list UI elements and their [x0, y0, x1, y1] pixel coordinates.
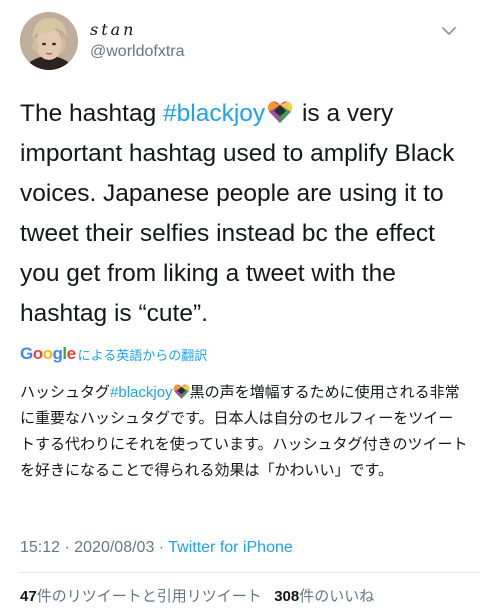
tweet-meta: 15:12 · 2020/08/03 · Twitter for iPhone [20, 539, 293, 557]
retweets-count: 47 [20, 588, 37, 605]
likes-count: 308 [274, 588, 300, 605]
tweet-header: stan @worldofxtra [20, 12, 464, 72]
likes-stat[interactable]: 308件のいいね [274, 588, 374, 605]
user-info[interactable]: stan @worldofxtra [90, 20, 185, 61]
tweet-text: The hashtag #blackjoy is a very importan… [20, 94, 468, 334]
avatar[interactable] [20, 12, 78, 70]
hashtag-link[interactable]: #blackjoy [163, 100, 265, 127]
translation-source-label: による英語からの翻訳 [77, 347, 208, 363]
chevron-down-icon[interactable] [438, 20, 460, 42]
tweet-stats: 47件のリツイートと引用リツイート 308件のいいね [20, 585, 374, 606]
tweet-text-part2: is a very important hashtag used to ampl… [20, 100, 455, 327]
heart-emoji-icon [173, 384, 189, 399]
google-logo: Google [20, 344, 76, 363]
divider [20, 572, 480, 573]
translated-hashtag-link[interactable]: #blackjoy [110, 384, 173, 401]
retweets-stat[interactable]: 47件のリツイートと引用リツイート [20, 588, 262, 605]
user-handle: @worldofxtra [90, 43, 185, 60]
heart-emoji-icon [268, 101, 293, 124]
display-name: stan [90, 20, 137, 39]
translation-label[interactable]: Google による英語からの翻訳 [20, 344, 207, 364]
translated-text-part1: ハッシュタグ [20, 384, 111, 401]
tweet-text-part1: The hashtag [20, 100, 164, 127]
retweets-label: 件のリツイートと引用リツイート [36, 588, 262, 605]
translated-text: ハッシュタグ#blackjoy 黒の声を増幅するために使用される非常に重要なハッ… [20, 380, 468, 484]
likes-label: 件のいいね [299, 588, 375, 605]
tweet-source-link[interactable]: Twitter for iPhone [168, 539, 293, 556]
tweet-timestamp[interactable]: 15:12 · 2020/08/03 · [20, 539, 168, 556]
